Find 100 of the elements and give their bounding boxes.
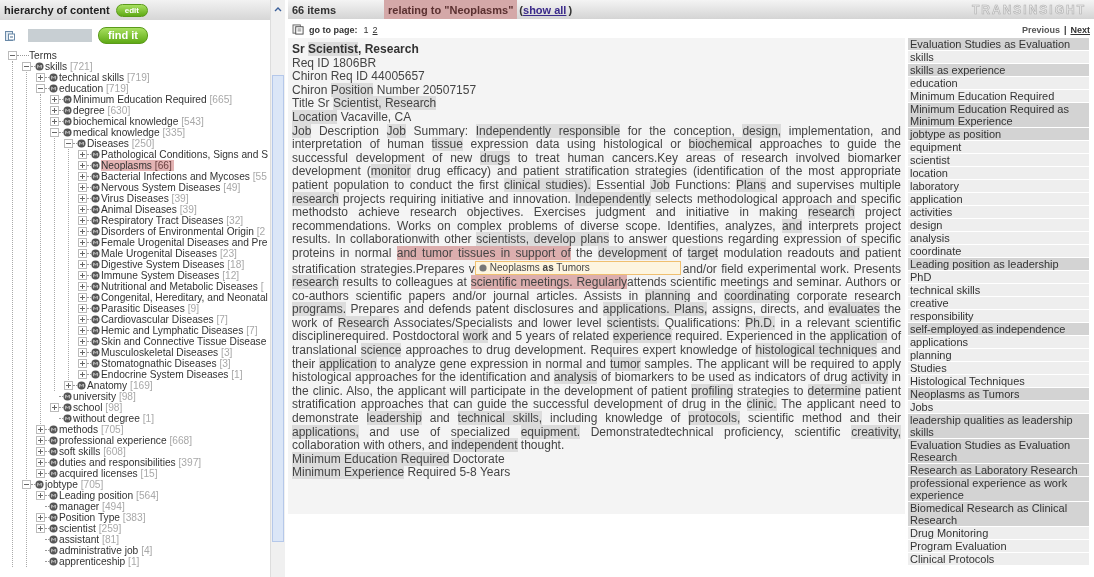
plus-icon[interactable]	[36, 447, 45, 456]
concept-item[interactable]: Leading position as leadership	[908, 258, 1089, 270]
tree-item[interactable]: Bacterial Infections and Mycoses [55	[101, 171, 269, 182]
minus-icon[interactable]	[36, 84, 45, 93]
concept-item[interactable]: skills	[908, 51, 1089, 63]
plus-icon[interactable]	[78, 271, 87, 280]
tree-item[interactable]: Nervous System Diseases [49]	[101, 182, 243, 193]
concept-item[interactable]: professional experience as work experience	[908, 477, 1089, 501]
concept-item[interactable]: Evaluation Studies as Evaluation Research	[908, 439, 1089, 463]
tree-item[interactable]: Musculoskeletal Diseases [3]	[101, 347, 235, 358]
concept-item[interactable]: leadership qualities as leadership skills	[908, 414, 1089, 438]
plus-icon[interactable]	[36, 513, 45, 522]
concept-item[interactable]: equipment	[908, 141, 1089, 153]
plus-icon[interactable]	[78, 315, 87, 324]
concept-item[interactable]: Jobs	[908, 401, 1089, 413]
scroll-up-icon[interactable]	[273, 5, 283, 13]
plus-icon[interactable]	[78, 150, 87, 159]
tree-item[interactable]: professional experience [668]	[59, 435, 195, 446]
page-link[interactable]: 2	[372, 24, 378, 35]
concept-item[interactable]: scientist	[908, 154, 1089, 166]
concept-item[interactable]: application	[908, 193, 1089, 205]
minus-icon[interactable]	[22, 62, 31, 71]
plus-icon[interactable]	[78, 238, 87, 247]
plus-icon[interactable]	[64, 381, 73, 390]
tree-item[interactable]: degree [630]	[73, 105, 133, 116]
tree-item[interactable]: Minimum Education Required [665]	[73, 94, 235, 105]
tree-item[interactable]: scientist [259]	[59, 523, 124, 534]
concept-item[interactable]: education	[908, 77, 1089, 89]
next-link[interactable]: Next	[1070, 24, 1090, 35]
tree-item[interactable]: Anatomy [169]	[87, 380, 155, 391]
tree-item[interactable]: medical knowledge [335]	[73, 127, 188, 138]
tree-item[interactable]: university [98]	[73, 391, 138, 402]
tree-item[interactable]: Pathological Conditions, Signs and S	[101, 149, 270, 160]
concept-item[interactable]: technical skills	[908, 284, 1089, 296]
plus-icon[interactable]	[50, 106, 59, 115]
concept-item[interactable]: jobtype as position	[908, 128, 1089, 140]
tree-item[interactable]: without degree [1]	[73, 413, 156, 424]
tree-item[interactable]: assistant [81]	[59, 534, 122, 545]
concept-item[interactable]: Histological Techniques	[908, 375, 1089, 387]
plus-icon[interactable]	[78, 183, 87, 192]
concept-item[interactable]: creative	[908, 297, 1089, 309]
concept-item[interactable]: Research as Laboratory Research	[908, 464, 1089, 476]
plus-icon[interactable]	[78, 337, 87, 346]
minus-icon[interactable]	[50, 128, 59, 137]
tree-item[interactable]: skills [721]	[45, 61, 95, 72]
concept-item[interactable]: PhD	[908, 271, 1089, 283]
minus-icon[interactable]	[8, 51, 17, 60]
plus-icon[interactable]	[78, 172, 87, 181]
tree-item[interactable]: Male Urogenital Diseases [23]	[101, 248, 239, 259]
plus-icon[interactable]	[78, 249, 87, 258]
plus-icon[interactable]	[78, 161, 87, 170]
tree-item[interactable]: Digestive System Diseases [18]	[101, 259, 247, 270]
plus-icon[interactable]	[78, 304, 87, 313]
minus-icon[interactable]	[22, 480, 31, 489]
tree-item[interactable]: soft skills [608]	[59, 446, 128, 457]
page-link[interactable]: 1	[363, 24, 369, 35]
tree-item[interactable]: jobtype [705]	[45, 479, 106, 490]
concept-item[interactable]: activities	[908, 206, 1089, 218]
concept-item[interactable]: responsibility	[908, 310, 1089, 322]
tree-item[interactable]: Female Urogenital Diseases and Pre	[101, 237, 270, 248]
plus-icon[interactable]	[50, 403, 59, 412]
concept-item[interactable]: Neoplasms as Tumors	[908, 388, 1089, 400]
plus-icon[interactable]	[78, 227, 87, 236]
plus-icon[interactable]	[36, 458, 45, 467]
tree-item[interactable]: Skin and Connective Tissue Disease	[101, 336, 269, 347]
tree-root[interactable]: Terms	[29, 50, 57, 61]
tree-item[interactable]: Respiratory Tract Diseases [32]	[101, 215, 246, 226]
tree-item[interactable]: Cardiovascular Diseases [7]	[101, 314, 230, 325]
plus-icon[interactable]	[36, 73, 45, 82]
tree-item[interactable]: acquired licenses [15]	[59, 468, 160, 479]
plus-icon[interactable]	[78, 205, 87, 214]
tree-item[interactable]: Immune System Diseases [12]	[101, 270, 242, 281]
plus-icon[interactable]	[36, 436, 45, 445]
plus-icon[interactable]	[78, 216, 87, 225]
concept-item[interactable]: planning	[908, 349, 1089, 361]
tree-item[interactable]: methods [705]	[59, 424, 126, 435]
plus-icon[interactable]	[36, 425, 45, 434]
plus-icon[interactable]	[50, 117, 59, 126]
scrollbar[interactable]	[270, 0, 285, 577]
tree-item[interactable]: manager [494]	[59, 501, 127, 512]
concept-item[interactable]: Clinical Protocols	[908, 553, 1089, 565]
tree-item[interactable]: school [98]	[73, 402, 125, 413]
plus-icon[interactable]	[78, 282, 87, 291]
tree-item[interactable]: technical skills [719]	[59, 72, 152, 83]
show-all-link[interactable]: show all	[523, 0, 567, 19]
tree-item[interactable]: apprenticeship [1]	[59, 556, 142, 567]
concept-item[interactable]: location	[908, 167, 1089, 179]
concept-item[interactable]: Drug Monitoring	[908, 527, 1089, 539]
tree-item[interactable]: Nutritional and Metabolic Diseases [	[101, 281, 266, 292]
plus-icon[interactable]	[78, 260, 87, 269]
tree-item[interactable]: Endocrine System Diseases [1]	[101, 369, 245, 380]
concept-item[interactable]: laboratory	[908, 180, 1089, 192]
tree-item[interactable]: Diseases [250]	[87, 138, 157, 149]
tree-item[interactable]: education [719]	[59, 83, 131, 94]
plus-icon[interactable]	[36, 469, 45, 478]
search-field[interactable]	[28, 29, 92, 42]
plus-icon[interactable]	[78, 348, 87, 357]
tree-item[interactable]: Stomatognathic Diseases [3]	[101, 358, 233, 369]
tree-item[interactable]: Congenital, Hereditary, and Neonatal	[101, 292, 270, 303]
concept-item[interactable]: Minimum Education Required	[908, 90, 1089, 102]
